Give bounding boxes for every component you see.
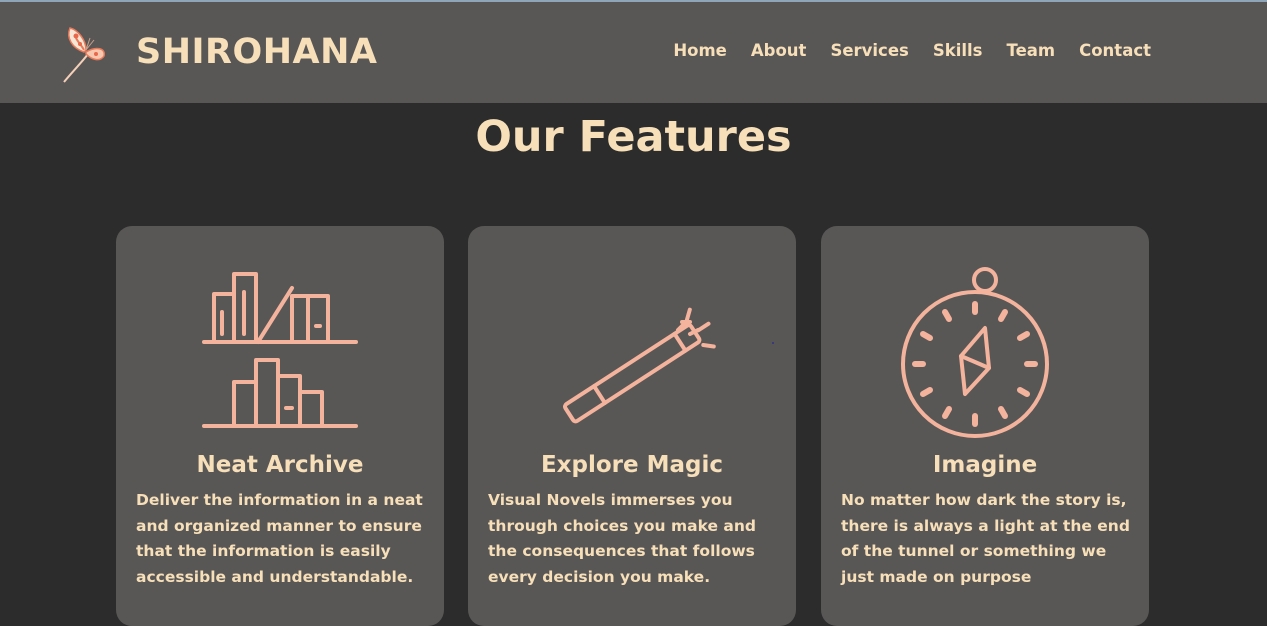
feature-title: Explore Magic [540, 452, 724, 478]
feature-title: Neat Archive [196, 452, 364, 478]
feature-card-neat-archive: Neat Archive Deliver the information in … [116, 226, 444, 626]
feature-description: Deliver the information in a neat and or… [136, 491, 423, 586]
stray-pixel [772, 342, 774, 344]
nav-skills-link[interactable]: Skills [933, 41, 983, 60]
compass-icon [901, 267, 1049, 438]
feature-card-imagine: Imagine No matter how dark the story is,… [821, 226, 1149, 626]
features-heading: Our Features [475, 112, 792, 162]
feature-description: Visual Novels immerses you through choic… [488, 491, 756, 586]
bookshelf-icon [202, 272, 358, 428]
butterfly-logo-icon[interactable] [56, 22, 112, 84]
site-header: SHIROHANA Home About Services Skills Tea… [0, 2, 1267, 103]
nav-home-link[interactable]: Home [673, 41, 727, 60]
main-nav: Home About Services Skills Team Contact [673, 41, 1151, 60]
nav-team-link[interactable]: Team [1007, 41, 1056, 60]
feature-description: No matter how dark the story is, there i… [841, 491, 1130, 586]
nav-contact-link[interactable]: Contact [1079, 41, 1151, 60]
feature-card-explore-magic: Explore Magic Visual Novels immerses you… [468, 226, 796, 626]
nav-services-link[interactable]: Services [830, 41, 908, 60]
nav-about-link[interactable]: About [751, 41, 807, 60]
feature-title: Imagine [932, 452, 1038, 478]
brand-name[interactable]: SHIROHANA [136, 32, 378, 72]
magic-wand-icon [562, 307, 716, 424]
